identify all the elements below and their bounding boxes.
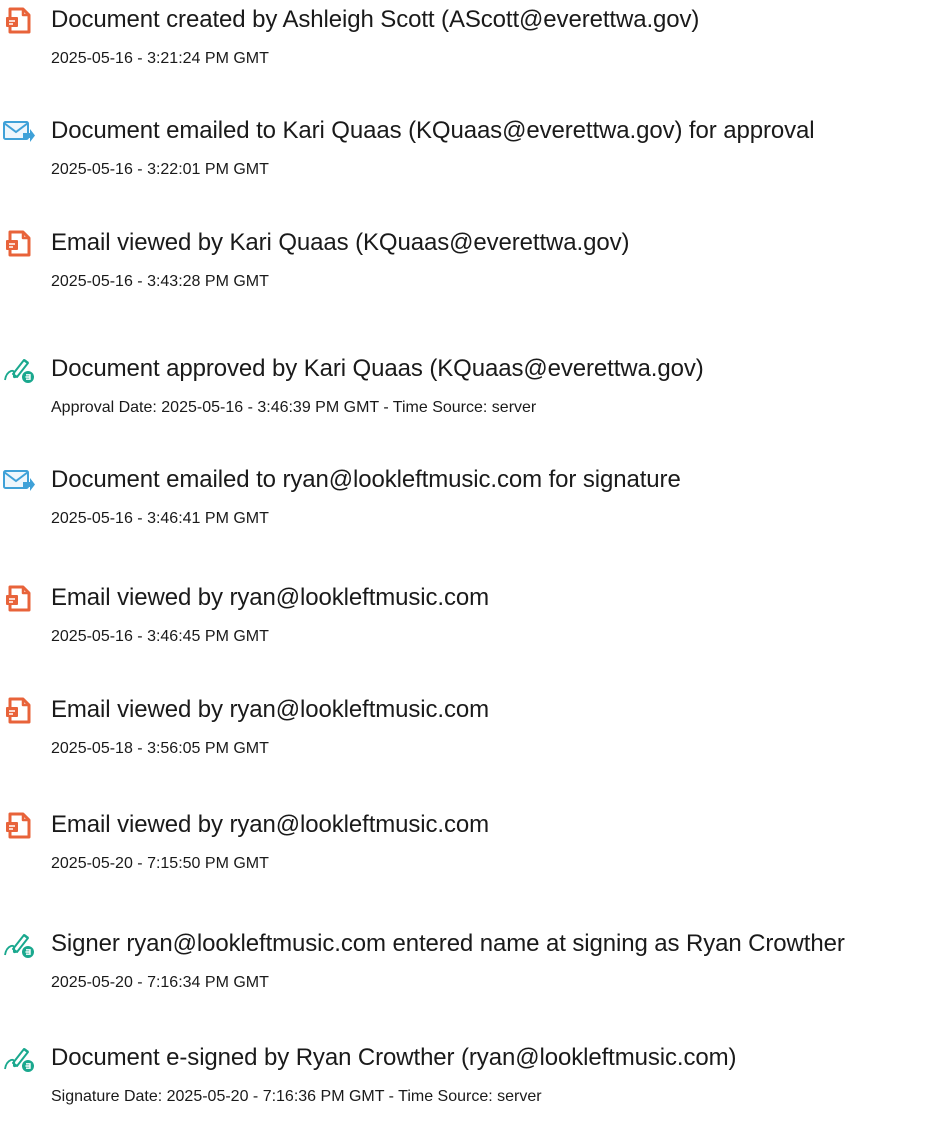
event-timestamp: 2025-05-18 - 3:56:05 PM GMT	[51, 740, 269, 757]
event-timestamp: Approval Date: 2025-05-16 - 3:46:39 PM G…	[51, 399, 537, 416]
audit-event: Document emailed to ryan@lookleftmusic.c…	[0, 460, 940, 550]
event-timestamp: 2025-05-20 - 7:15:50 PM GMT	[51, 855, 269, 872]
event-timestamp: 2025-05-16 - 3:43:28 PM GMT	[51, 273, 269, 290]
event-timestamp: 2025-05-16 - 3:21:24 PM GMT	[51, 50, 269, 67]
event-title: Email viewed by ryan@lookleftmusic.com	[51, 696, 490, 723]
document-viewed-icon	[2, 228, 36, 258]
audit-event: Email viewed by ryan@lookleftmusic.com 2…	[0, 578, 940, 668]
audit-event: Email viewed by ryan@lookleftmusic.com 2…	[0, 690, 940, 780]
event-timestamp: Signature Date: 2025-05-20 - 7:16:36 PM …	[51, 1088, 542, 1105]
event-timestamp: 2025-05-16 - 3:22:01 PM GMT	[51, 161, 269, 178]
esign-icon	[2, 929, 36, 959]
event-title: Document e-signed by Ryan Crowther (ryan…	[51, 1044, 737, 1071]
email-sent-icon	[2, 465, 36, 495]
event-title: Email viewed by ryan@lookleftmusic.com	[51, 584, 490, 611]
event-timestamp: 2025-05-16 - 3:46:45 PM GMT	[51, 628, 269, 645]
document-viewed-icon	[2, 810, 36, 840]
audit-event: Email viewed by ryan@lookleftmusic.com 2…	[0, 805, 940, 895]
document-viewed-icon	[2, 695, 36, 725]
audit-event: Document created by Ashleigh Scott (ASco…	[0, 0, 940, 90]
audit-event: Document approved by Kari Quaas (KQuaas@…	[0, 349, 940, 439]
esign-icon	[2, 354, 36, 384]
event-timestamp: 2025-05-16 - 3:46:41 PM GMT	[51, 510, 269, 527]
event-title: Email viewed by Kari Quaas (KQuaas@evere…	[51, 229, 630, 256]
document-created-icon	[2, 5, 36, 35]
esign-icon	[2, 1043, 36, 1073]
event-title: Document emailed to Kari Quaas (KQuaas@e…	[51, 117, 815, 144]
event-title: Email viewed by ryan@lookleftmusic.com	[51, 811, 490, 838]
audit-event: Document emailed to Kari Quaas (KQuaas@e…	[0, 111, 940, 201]
event-title: Signer ryan@lookleftmusic.com entered na…	[51, 930, 845, 957]
audit-event: Email viewed by Kari Quaas (KQuaas@evere…	[0, 223, 940, 313]
event-title: Document created by Ashleigh Scott (ASco…	[51, 6, 700, 33]
audit-event: Signer ryan@lookleftmusic.com entered na…	[0, 924, 940, 1014]
event-title: Document approved by Kari Quaas (KQuaas@…	[51, 355, 704, 382]
document-viewed-icon	[2, 583, 36, 613]
audit-event: Document e-signed by Ryan Crowther (ryan…	[0, 1038, 940, 1128]
event-timestamp: 2025-05-20 - 7:16:34 PM GMT	[51, 974, 269, 991]
email-sent-icon	[2, 116, 36, 146]
event-title: Document emailed to ryan@lookleftmusic.c…	[51, 466, 681, 493]
